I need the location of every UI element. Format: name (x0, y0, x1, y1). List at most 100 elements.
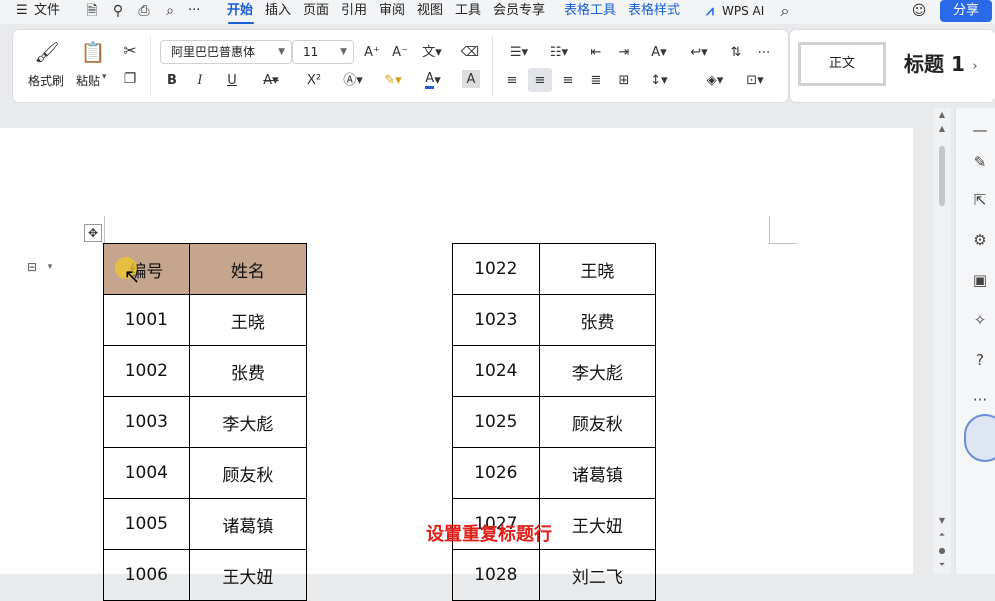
table-cell[interactable]: 诸葛镇 (188, 498, 308, 550)
clear-format-icon[interactable]: ⌫ (460, 42, 480, 62)
superscript-button[interactable]: X² (298, 70, 330, 90)
save-icon[interactable]: 🗎 (84, 3, 100, 19)
table-cell[interactable]: 张费 (188, 345, 308, 397)
tab-view[interactable]: 视图 (417, 2, 443, 20)
justify-icon[interactable]: ≣ (586, 70, 606, 90)
wps-ai[interactable]: WPS AI (722, 2, 764, 20)
underline-button[interactable]: U (218, 70, 246, 90)
cut-icon[interactable]: ✂ (118, 40, 142, 62)
chevron-right-icon[interactable]: › (968, 56, 982, 76)
assistant-avatar[interactable] (964, 414, 995, 462)
increase-indent-icon[interactable]: ⇥ (614, 42, 634, 62)
table-cell[interactable]: 顾友秋 (538, 396, 657, 448)
table-header-cell[interactable]: 姓名 (188, 243, 308, 295)
adjust-icon[interactable]: ⚙ (968, 228, 992, 252)
paste-button[interactable]: 粘贴 (76, 72, 100, 89)
select-icon[interactable]: ⇱ (968, 188, 992, 212)
image-icon[interactable]: ▣ (968, 268, 992, 292)
table-cell[interactable]: 1005 (103, 498, 190, 550)
table-cell[interactable]: 李大彪 (188, 396, 308, 448)
paste-dropdown-icon[interactable]: ▾ (102, 72, 107, 82)
scroll-top-icon[interactable]: ▲ (936, 110, 948, 120)
align-right-icon[interactable]: ≡ (558, 70, 578, 90)
align-center-icon[interactable]: ≡ (528, 68, 552, 92)
tab-references[interactable]: 引用 (341, 2, 367, 20)
prev-page-icon[interactable]: ⏶ (936, 530, 948, 540)
tab-home[interactable]: 开始 (227, 2, 253, 20)
table-cell[interactable]: 顾友秋 (188, 447, 308, 499)
tab-tools[interactable]: 工具 (455, 2, 481, 20)
table-cell[interactable]: 1028 (452, 549, 540, 601)
tab-page[interactable]: 页面 (303, 2, 329, 20)
copy-icon[interactable]: ❐ (118, 68, 142, 90)
table-cell[interactable]: 1026 (452, 447, 540, 499)
align-left-icon[interactable]: ≡ (502, 70, 522, 90)
char-shading-icon[interactable]: A (462, 70, 480, 88)
line-break-icon[interactable]: ↩▾ (684, 42, 714, 62)
sort-icon[interactable]: ⇅ (726, 42, 746, 62)
shading-icon[interactable]: ◈▾ (700, 70, 730, 90)
next-page-icon[interactable]: ⏷ (936, 560, 948, 570)
select-browse-icon[interactable]: ● (936, 546, 948, 556)
bold-button[interactable]: B (162, 70, 182, 90)
font-size-select[interactable]: 11 ▼ (292, 40, 354, 64)
style-heading-1[interactable]: 标题 1 (904, 48, 965, 77)
table-cell[interactable]: 李大彪 (538, 345, 657, 397)
chat-icon[interactable]: ☺ (910, 3, 928, 19)
style-normal[interactable]: 正文 (798, 42, 886, 86)
phonetic-icon[interactable]: 文▾ (418, 42, 446, 62)
tab-table-tools[interactable]: 表格工具 (564, 2, 616, 20)
tools-icon[interactable]: ✧ (968, 308, 992, 332)
table-cell[interactable]: 1004 (103, 447, 190, 499)
tab-member[interactable]: 会员专享 (493, 2, 545, 20)
table-cell[interactable]: 王晓 (188, 294, 308, 346)
table-cell[interactable]: 张费 (538, 294, 657, 346)
table-cell[interactable]: 1003 (103, 396, 190, 448)
italic-button[interactable]: I (190, 70, 210, 90)
tab-table-style[interactable]: 表格样式 (628, 2, 680, 20)
search-icon[interactable]: ⌕ (777, 3, 793, 19)
table-cell[interactable]: 王大妞 (188, 549, 308, 601)
table-cell[interactable]: 王晓 (538, 243, 657, 295)
cloud-icon[interactable]: ⚲ (110, 3, 126, 19)
decrease-indent-icon[interactable]: ⇤ (586, 42, 606, 62)
menu-file[interactable]: 文件 (34, 2, 60, 20)
table-cell[interactable]: 1002 (103, 345, 190, 397)
chevron-down-icon[interactable]: ▾ (44, 260, 56, 274)
bullets-icon[interactable]: ☰▾ (504, 42, 534, 62)
tab-insert[interactable]: 插入 (265, 2, 291, 20)
hamburger-icon[interactable]: ☰ (16, 2, 28, 20)
font-name-select[interactable]: 阿里巴巴普惠体 ▼ (160, 40, 292, 64)
borders-icon[interactable]: ⊡▾ (740, 70, 770, 90)
text-effect-icon[interactable]: Ⓐ▾ (338, 70, 368, 90)
numbering-icon[interactable]: ☷▾ (544, 42, 574, 62)
more-icon[interactable]: ··· (188, 2, 200, 20)
table-cell[interactable]: 1024 (452, 345, 540, 397)
shrink-font-icon[interactable]: A⁻ (390, 42, 410, 62)
preview-icon[interactable]: ⌕ (162, 3, 178, 19)
print-icon[interactable]: ⎙ (136, 3, 152, 19)
font-color-icon[interactable]: A ▾ (418, 70, 448, 90)
scroll-down-icon[interactable]: ▼ (936, 516, 948, 526)
table-cell[interactable]: 1025 (452, 396, 540, 448)
grow-font-icon[interactable]: A⁺ (362, 42, 382, 62)
table-cell[interactable]: 王大妞 (538, 498, 657, 550)
table-move-handle-icon[interactable]: ✥ (84, 224, 102, 242)
scrollbar-thumb[interactable] (939, 146, 945, 206)
line-spacing-icon[interactable]: ↕▾ (644, 70, 674, 90)
share-button[interactable]: 分享 (940, 0, 992, 22)
table-cell[interactable]: 1006 (103, 549, 190, 601)
strikethrough-icon[interactable]: A▾ (256, 70, 286, 90)
paragraph-handle-icon[interactable]: ⊟ (24, 260, 40, 274)
table-cell[interactable]: 1023 (452, 294, 540, 346)
table-cell[interactable]: 诸葛镇 (538, 447, 657, 499)
highlight-icon[interactable]: ✎▾ (378, 70, 408, 90)
show-marks-icon[interactable]: ⋯ (754, 42, 774, 62)
tab-review[interactable]: 审阅 (379, 2, 405, 20)
text-direction-icon[interactable]: A▾ (644, 42, 674, 62)
table-cell[interactable]: 1022 (452, 243, 540, 295)
scroll-up-icon[interactable]: ▲ (936, 124, 948, 134)
table-cell[interactable]: 刘二飞 (538, 549, 657, 601)
distribute-icon[interactable]: ⊞ (614, 70, 634, 90)
format-painter-button[interactable]: 格式刷 (28, 72, 64, 89)
